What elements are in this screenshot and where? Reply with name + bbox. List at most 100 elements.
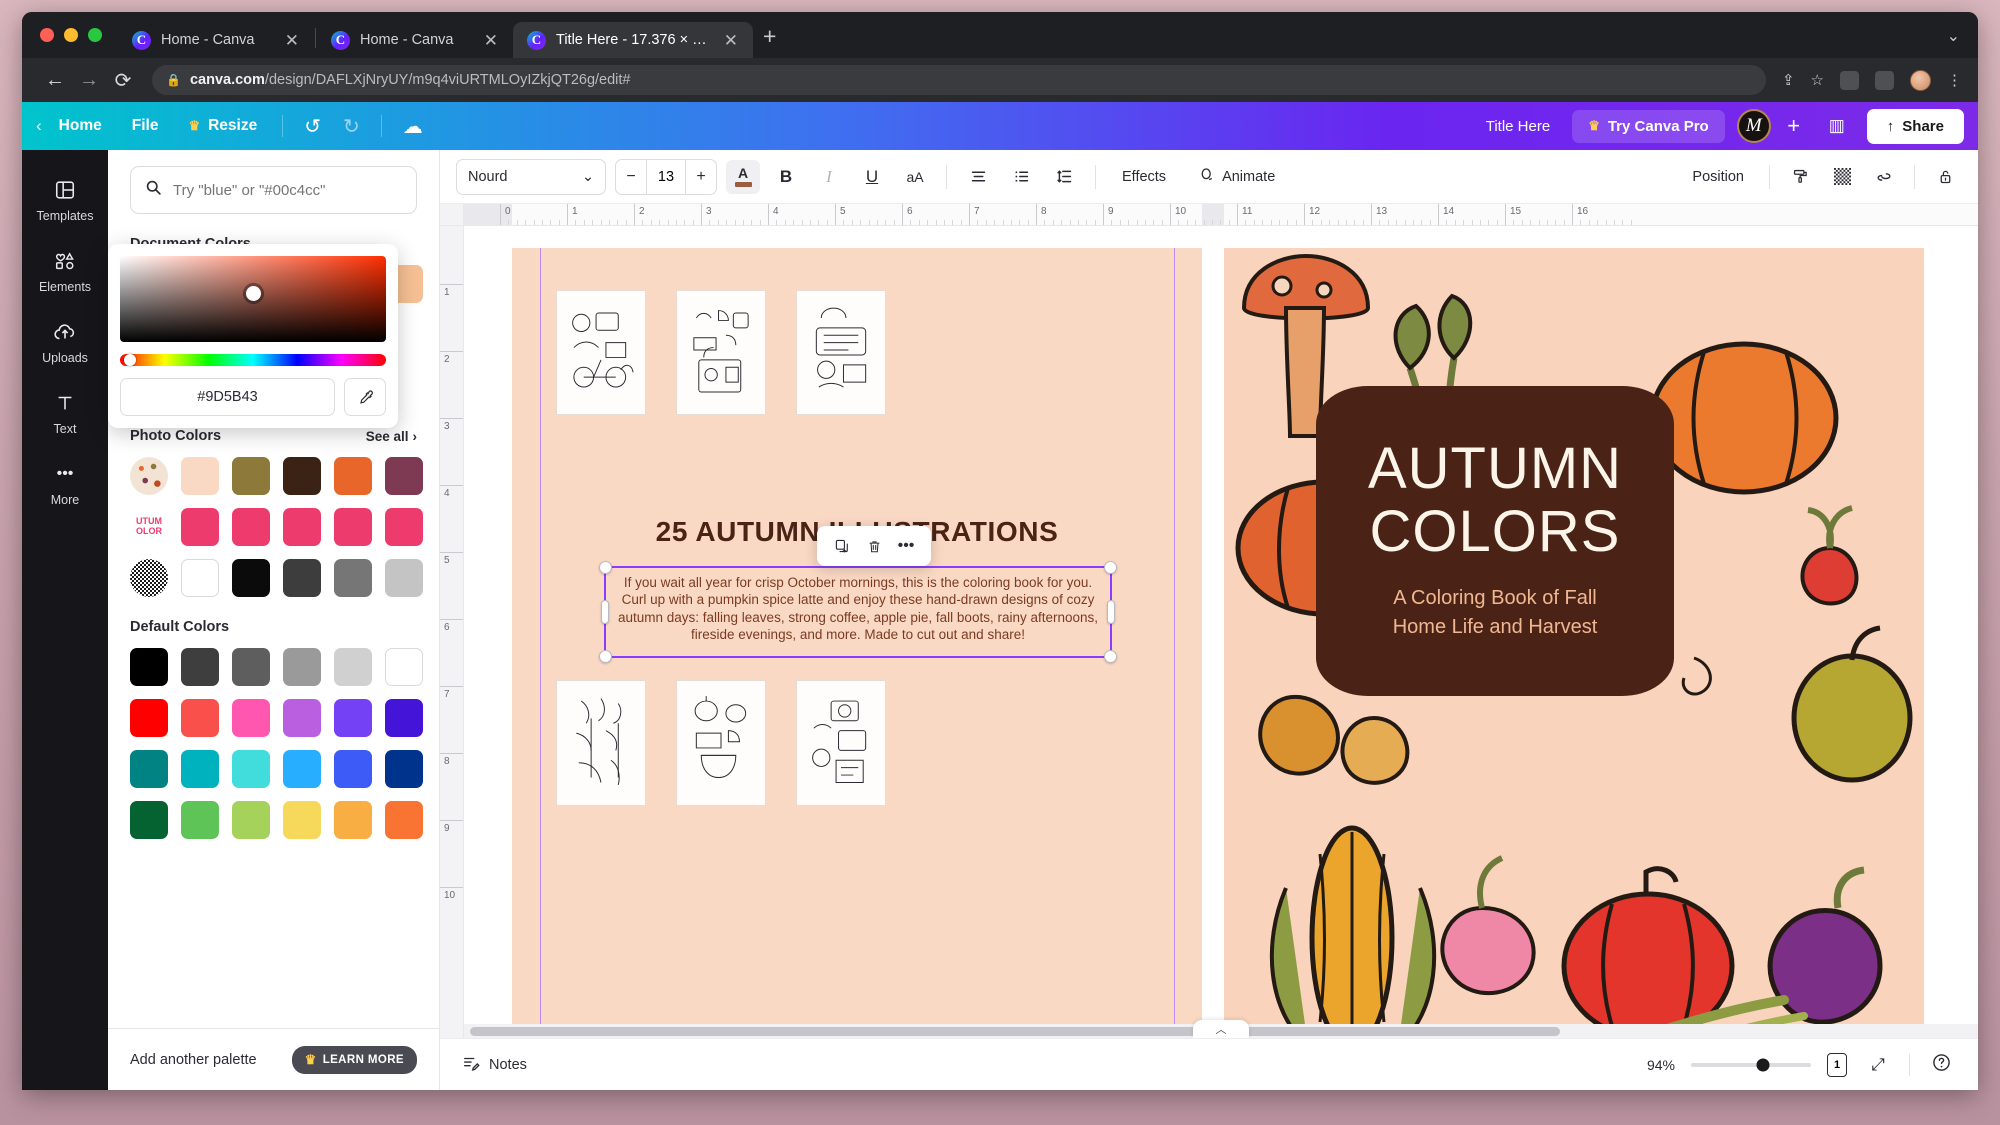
line-spacing-button[interactable]	[1047, 160, 1081, 194]
cover-title-plate[interactable]: AUTUMN COLORS A Coloring Book of Fall Ho…	[1316, 386, 1674, 696]
default-color-swatch[interactable]	[232, 750, 270, 788]
photo-color-swatch[interactable]	[232, 559, 270, 597]
default-color-swatch[interactable]	[232, 699, 270, 737]
animate-button[interactable]: Animate	[1187, 160, 1287, 194]
design-page-1[interactable]: 25 AUTUMN ILLUSTRATIONS If you wait all …	[512, 248, 1202, 1038]
paint-roller-icon[interactable]	[1783, 160, 1817, 194]
page-count-badge[interactable]: 1	[1827, 1053, 1847, 1077]
sv-cursor-handle[interactable]	[246, 286, 261, 301]
default-color-swatch[interactable]	[283, 750, 321, 788]
color-search-box[interactable]	[130, 166, 417, 214]
illustration-thumb[interactable]	[676, 290, 766, 415]
resize-handle-tl[interactable]	[599, 561, 612, 574]
forward-button[interactable]: →	[72, 69, 106, 92]
add-palette-button[interactable]: Add another palette	[130, 1052, 257, 1068]
horizontal-scrollbar[interactable]: ︿	[464, 1024, 1978, 1038]
default-color-swatch[interactable]	[130, 750, 168, 788]
default-color-swatch[interactable]	[334, 648, 372, 686]
try-canva-pro-button[interactable]: ♛ Try Canva Pro	[1572, 110, 1725, 143]
photo-color-swatch[interactable]	[283, 508, 321, 546]
sidebar-item-elements[interactable]: Elements	[27, 237, 103, 303]
photo-color-swatch[interactable]	[283, 457, 321, 495]
photo-color-swatch[interactable]	[181, 559, 219, 597]
extensions-icon[interactable]	[1840, 71, 1859, 90]
effects-button[interactable]: Effects	[1110, 162, 1178, 192]
collapse-panel-toggle[interactable]: ︿	[1193, 1020, 1249, 1038]
lock-icon[interactable]	[1928, 160, 1962, 194]
default-color-swatch[interactable]	[283, 648, 321, 686]
sidebar-item-uploads[interactable]: Uploads	[27, 308, 103, 374]
resize-handle-tr[interactable]	[1104, 561, 1117, 574]
text-case-button[interactable]: aA	[898, 160, 932, 194]
saturation-value-area[interactable]	[120, 256, 386, 342]
undo-button[interactable]: ↺	[293, 109, 332, 144]
underline-button[interactable]: U	[855, 160, 889, 194]
vertical-ruler[interactable]: 12345678910	[440, 226, 464, 1038]
eyedropper-icon[interactable]	[344, 378, 386, 416]
back-button[interactable]: ←	[38, 69, 72, 92]
zoom-slider-knob[interactable]	[1757, 1058, 1770, 1071]
default-color-swatch[interactable]	[385, 699, 423, 737]
scrollbar-thumb[interactable]	[470, 1027, 1560, 1036]
browser-menu-icon[interactable]: ⋮	[1947, 71, 1962, 89]
fullscreen-icon[interactable]: ⤢	[1863, 1055, 1893, 1075]
illustration-thumb[interactable]	[556, 290, 646, 415]
default-color-swatch[interactable]	[334, 750, 372, 788]
add-collaborator-button[interactable]: +	[1777, 113, 1811, 139]
selected-text-box[interactable]: If you wait all year for crisp October m…	[604, 566, 1112, 658]
illustration-thumb[interactable]	[796, 290, 886, 415]
illustration-thumb[interactable]	[796, 680, 886, 806]
default-color-swatch[interactable]	[334, 699, 372, 737]
photo-color-swatch[interactable]	[334, 457, 372, 495]
close-tab-icon[interactable]: ✕	[481, 30, 501, 51]
file-menu-button[interactable]: File	[117, 110, 174, 142]
align-button[interactable]	[961, 160, 995, 194]
photo-color-swatch[interactable]	[181, 457, 219, 495]
hue-slider-knob[interactable]	[124, 354, 136, 366]
cloud-save-icon[interactable]: ☁	[392, 109, 434, 144]
position-button[interactable]: Position	[1680, 162, 1756, 192]
illustration-thumb[interactable]	[676, 680, 766, 806]
bold-button[interactable]: B	[769, 160, 803, 194]
share-button[interactable]: ↑ Share	[1867, 109, 1964, 144]
default-color-swatch[interactable]	[232, 648, 270, 686]
home-button[interactable]: Home	[44, 110, 117, 142]
default-color-swatch[interactable]	[385, 801, 423, 839]
zoom-slider[interactable]	[1691, 1063, 1811, 1067]
default-color-swatch[interactable]	[334, 801, 372, 839]
user-avatar[interactable]: M	[1737, 109, 1771, 143]
photo-color-swatch[interactable]	[181, 508, 219, 546]
browser-tab-2[interactable]: C Home - Canva ✕	[317, 22, 513, 58]
list-button[interactable]	[1004, 160, 1038, 194]
photo-color-swatch[interactable]	[334, 559, 372, 597]
browser-tab-3-active[interactable]: C Title Here - 17.376 × 11.25in ✕	[513, 22, 753, 58]
photo-color-swatch[interactable]	[232, 457, 270, 495]
duplicate-icon[interactable]	[829, 533, 855, 559]
font-size-value[interactable]: 13	[646, 160, 686, 194]
default-color-swatch[interactable]	[385, 648, 423, 686]
text-color-button[interactable]: A	[726, 160, 760, 194]
hex-input[interactable]: #9D5B43	[120, 378, 335, 416]
default-color-swatch[interactable]	[130, 648, 168, 686]
default-color-swatch[interactable]	[181, 750, 219, 788]
close-tab-icon[interactable]: ✕	[282, 30, 302, 51]
photo-color-swatch[interactable]	[232, 508, 270, 546]
resize-handle-right[interactable]	[1107, 600, 1115, 624]
sidebar-item-text[interactable]: Text	[27, 379, 103, 445]
see-all-button[interactable]: See all ›	[366, 429, 417, 444]
photo-color-swatch[interactable]	[283, 559, 321, 597]
resize-button[interactable]: ♛ Resize	[173, 110, 272, 142]
default-color-swatch[interactable]	[181, 699, 219, 737]
font-size-decrease[interactable]: −	[616, 168, 646, 186]
reload-button[interactable]: ⟳	[106, 68, 140, 93]
default-color-swatch[interactable]	[130, 699, 168, 737]
design-page-2[interactable]: AUTUMN COLORS A Coloring Book of Fall Ho…	[1224, 248, 1924, 1038]
new-tab-button[interactable]: +	[763, 23, 776, 54]
default-color-swatch[interactable]	[283, 699, 321, 737]
resize-handle-left[interactable]	[601, 600, 609, 624]
appbar-back-icon[interactable]: ‹	[36, 116, 44, 136]
default-color-swatch[interactable]	[181, 648, 219, 686]
help-icon[interactable]	[1926, 1053, 1956, 1077]
document-title[interactable]: Title Here	[1470, 111, 1566, 142]
browser-tab-1[interactable]: C Home - Canva ✕	[118, 22, 314, 58]
